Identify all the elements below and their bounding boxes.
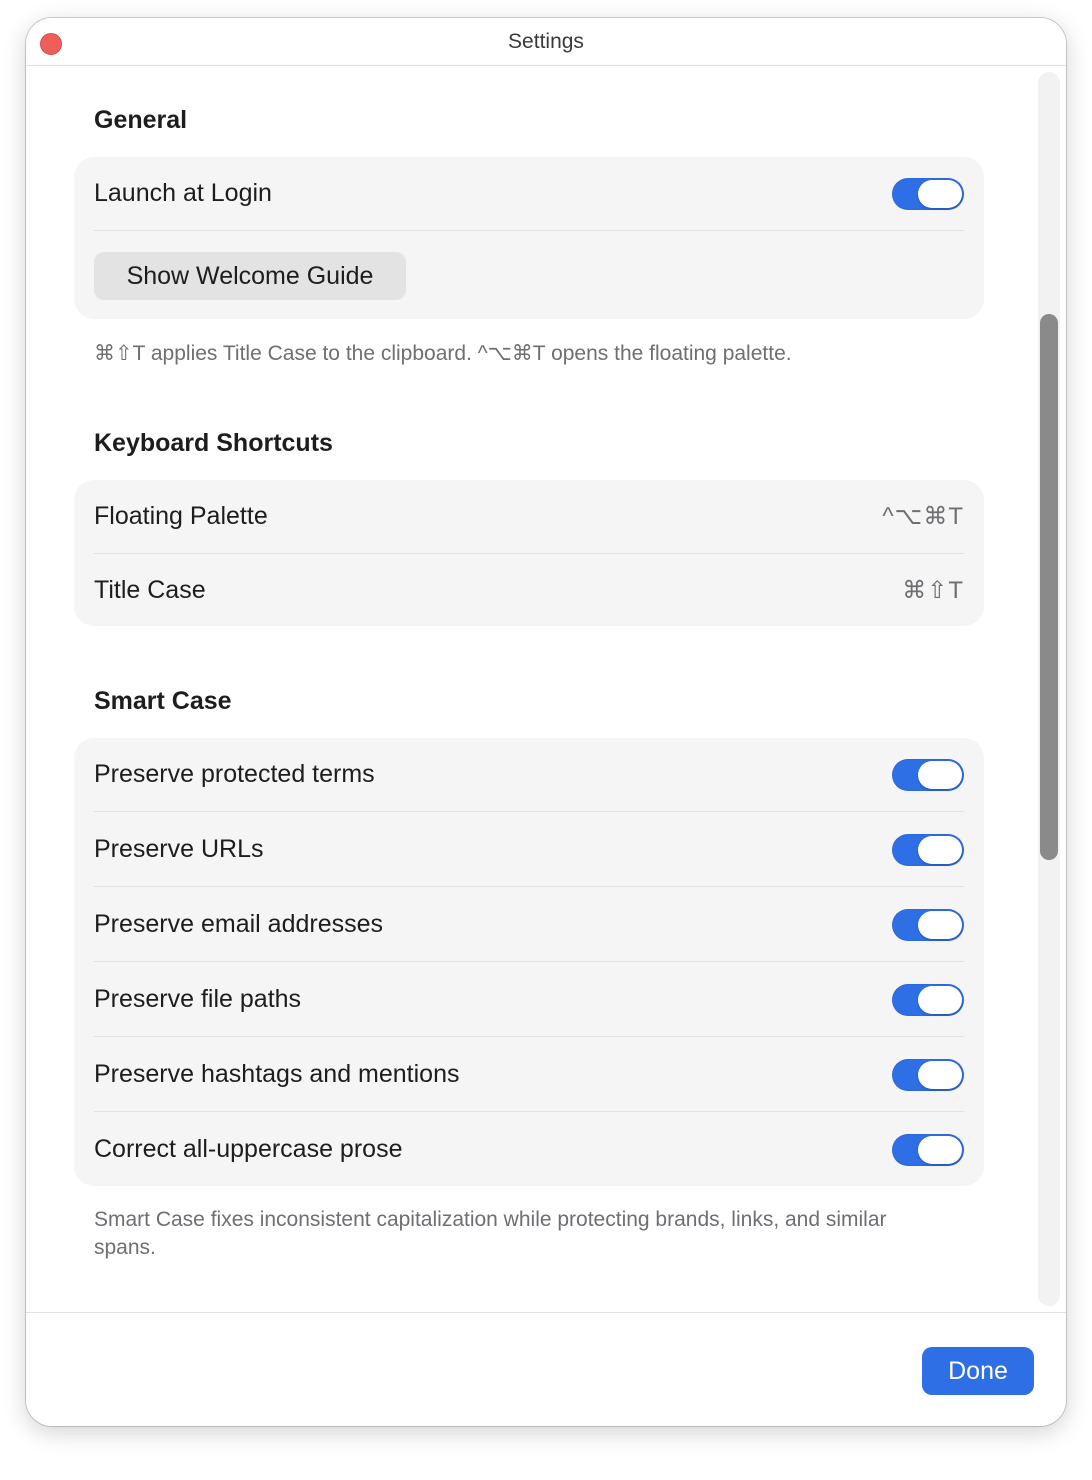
toggle-knob xyxy=(918,760,962,789)
launch-at-login-row: Launch at Login xyxy=(94,157,964,231)
window-title: Settings xyxy=(508,30,584,53)
smart-case-row-email: Preserve email addresses xyxy=(94,888,964,962)
preserve-file-paths-toggle[interactable] xyxy=(892,983,964,1016)
smart-case-row-protected-terms: Preserve protected terms xyxy=(94,738,964,812)
smart-case-label: Preserve file paths xyxy=(94,985,302,1013)
show-welcome-guide-button[interactable]: Show Welcome Guide xyxy=(94,252,406,300)
smart-case-row-uppercase: Correct all-uppercase prose xyxy=(94,1113,964,1186)
smart-case-row-hashtags: Preserve hashtags and mentions xyxy=(94,1038,964,1112)
smart-case-label: Preserve URLs xyxy=(94,835,264,863)
smart-case-note: Smart Case fixes inconsistent capitaliza… xyxy=(94,1208,887,1259)
preserve-hashtags-mentions-toggle[interactable] xyxy=(892,1058,964,1091)
preserve-urls-toggle[interactable] xyxy=(892,833,964,866)
launch-at-login-label: Launch at Login xyxy=(94,179,272,207)
general-group: Launch at Login Show Welcome Guide xyxy=(74,157,984,319)
toggle-knob xyxy=(918,985,962,1014)
settings-content: General Launch at Login Show Welcome Gui… xyxy=(26,66,1066,1312)
shortcut-keys[interactable]: ^⌥⌘T xyxy=(882,502,964,531)
smart-case-label: Preserve hashtags and mentions xyxy=(94,1060,460,1088)
scrollbar-thumb[interactable] xyxy=(1040,314,1058,860)
toggle-knob xyxy=(918,835,962,864)
done-button[interactable]: Done xyxy=(922,1347,1034,1395)
toggle-knob xyxy=(918,179,962,208)
shortcuts-group: Floating Palette ^⌥⌘T Title Case ⌘⇧T xyxy=(74,480,984,626)
preserve-protected-terms-toggle[interactable] xyxy=(892,758,964,791)
launch-at-login-toggle[interactable] xyxy=(892,177,964,210)
general-note: ⌘⇧T applies Title Case to the clipboard.… xyxy=(94,342,792,365)
vertical-scrollbar[interactable] xyxy=(1038,72,1060,1306)
smart-case-label: Preserve email addresses xyxy=(94,910,384,938)
section-title-general: General xyxy=(94,106,188,134)
section-title-keyboard-shortcuts: Keyboard Shortcuts xyxy=(94,429,333,457)
shortcut-keys[interactable]: ⌘⇧T xyxy=(902,576,964,605)
settings-window: Settings General Launch at Login Show We… xyxy=(26,18,1066,1426)
smart-case-label: Preserve protected terms xyxy=(94,760,375,788)
toggle-knob xyxy=(918,910,962,939)
smart-case-group: Preserve protected terms Preserve URLs P… xyxy=(74,738,984,1186)
preserve-email-addresses-toggle[interactable] xyxy=(892,908,964,941)
shortcut-label: Title Case xyxy=(94,575,206,604)
shortcut-label: Floating Palette xyxy=(94,502,268,530)
footer-bar: Done xyxy=(26,1312,1066,1426)
toggle-knob xyxy=(918,1135,962,1164)
title-bar: Settings xyxy=(26,18,1066,66)
smart-case-row-file-paths: Preserve file paths xyxy=(94,963,964,1037)
correct-uppercase-prose-toggle[interactable] xyxy=(892,1133,964,1166)
smart-case-label: Correct all-uppercase prose xyxy=(94,1135,403,1163)
toggle-knob xyxy=(918,1060,962,1089)
smart-case-row-urls: Preserve URLs xyxy=(94,813,964,887)
shortcut-row-floating-palette[interactable]: Floating Palette ^⌥⌘T xyxy=(94,480,964,554)
section-title-smart-case: Smart Case xyxy=(94,687,232,715)
shortcut-row-title-case[interactable]: Title Case ⌘⇧T xyxy=(94,554,964,626)
